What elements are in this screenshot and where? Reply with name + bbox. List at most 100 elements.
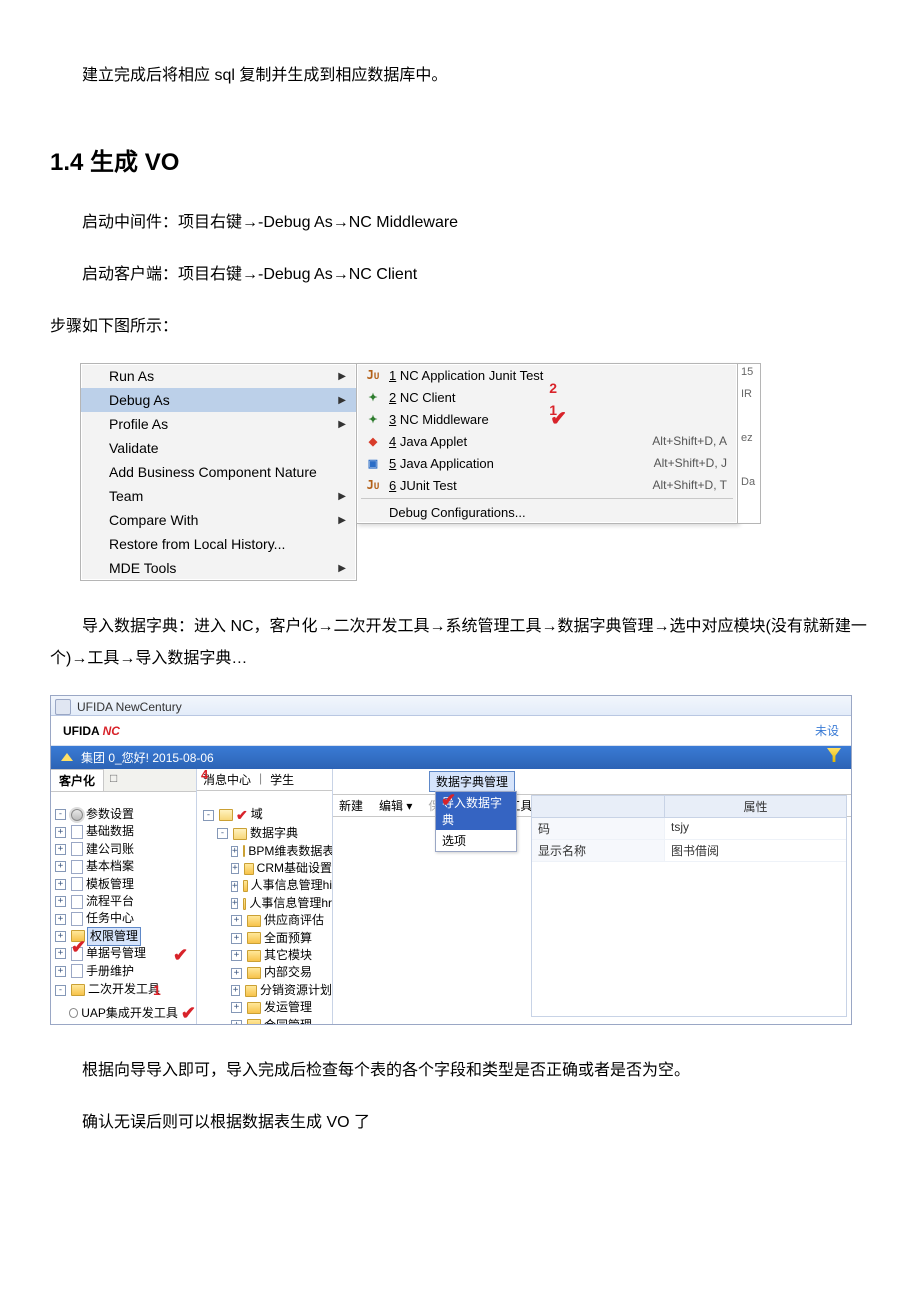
paragraph: 启动客户端：项目右键→-Debug As→NC Client — [50, 259, 870, 291]
tab-kehu-hua[interactable]: 客户化 — [51, 769, 104, 791]
nav-tree-left: -参数设置+基础数据+建公司账+基本档案+模板管理+流程平台+任务中心+权限管理… — [51, 804, 196, 1024]
folder-icon — [247, 915, 261, 927]
folder-icon — [247, 1002, 261, 1014]
expand-toggle-icon[interactable]: - — [55, 809, 66, 820]
properties-header: 属性 — [665, 796, 846, 817]
menu-item[interactable]: Add Business Component Nature — [81, 460, 356, 484]
menu-item[interactable]: Run As▶ — [81, 364, 356, 388]
folder-icon — [247, 967, 261, 979]
expand-toggle-icon[interactable]: + — [55, 879, 66, 890]
annotation-number: 2 — [549, 380, 557, 396]
tree-node[interactable]: +分销资源计划 — [231, 982, 332, 999]
tree-node[interactable]: +CRM基础设置 — [231, 860, 332, 877]
paragraph: 导入数据字典：进入 NC，客户化→二次开发工具→系统管理工具→数据字典管理→选中… — [50, 611, 870, 675]
expand-toggle-icon[interactable]: + — [55, 896, 66, 907]
tree-node[interactable]: +全面预算 — [231, 930, 332, 947]
submenu-item[interactable]: JU6 JUnit TestAlt+Shift+D, T — [357, 474, 737, 496]
menu-item[interactable]: Compare With▶ — [81, 508, 356, 532]
tree-node[interactable]: +合同管理 — [231, 1017, 332, 1024]
gutter-text: 15 — [738, 364, 760, 386]
tree-node[interactable]: -二次开发工具1 — [55, 980, 196, 1000]
expand-toggle-icon[interactable]: + — [55, 844, 66, 855]
tree-node[interactable]: -参数设置 — [55, 806, 196, 823]
submenu-item[interactable]: ▣5 Java ApplicationAlt+Shift+D, J — [357, 452, 737, 474]
submenu-item[interactable]: JU1 NC Application Junit Test — [357, 364, 737, 386]
tree-node[interactable]: +流程平台 — [55, 893, 196, 910]
tree-node[interactable]: UAP集成开发工具✔ — [69, 1000, 196, 1024]
expand-toggle-icon[interactable]: + — [55, 948, 66, 959]
folder-icon — [71, 984, 85, 996]
document-icon — [71, 825, 83, 839]
nav-tree-middle: -✔域-数据字典+BPM维表数据表+CRM基础设置+人事信息管理hi+人事信息管… — [197, 803, 332, 1024]
logobar-right-text: 未设 — [815, 722, 839, 739]
submenu-item[interactable]: ✦2 NC Client2 — [357, 386, 737, 408]
paragraph: 根据向导导入即可，导入完成后检查每个表的各个字段和类型是否正确或者是否为空。 — [50, 1055, 870, 1087]
tab-message-center[interactable]: 4 消息中心 — [203, 771, 251, 788]
submenu-arrow-icon: ▶ — [338, 563, 346, 574]
tree-node[interactable]: +建公司账 — [55, 841, 196, 858]
tree-node[interactable]: +供应商评估 — [231, 912, 332, 929]
tree-node[interactable]: +内部交易 — [231, 964, 332, 981]
tree-node[interactable]: +基础数据 — [55, 823, 196, 840]
tree-node[interactable]: +权限管理 — [55, 928, 196, 945]
tree-node[interactable]: +人事信息管理hr — [231, 895, 332, 912]
shortcut-label: Alt+Shift+D, J — [654, 456, 727, 470]
toolbar-action[interactable]: 新建 — [339, 797, 363, 814]
folder-icon — [247, 932, 261, 944]
tree-node[interactable]: +手册维护 — [55, 963, 196, 980]
menu-item[interactable]: Team▶ — [81, 484, 356, 508]
tree-node[interactable]: -✔域 — [203, 805, 332, 825]
expand-toggle-icon[interactable]: + — [55, 861, 66, 872]
minimize-icon[interactable]: □ — [104, 769, 123, 791]
context-menu: Run As▶Debug As▶Profile As▶ValidateAdd B… — [80, 363, 357, 581]
menu-item[interactable]: Restore from Local History... — [81, 532, 356, 556]
expand-toggle-icon[interactable]: - — [55, 985, 66, 996]
run-icon: ✦ — [363, 389, 383, 405]
tab-data-dict-mgmt[interactable]: 数据字典管理 — [429, 771, 515, 792]
junit-icon: JU — [363, 367, 383, 383]
submenu-item[interactable]: ✦3 NC Middleware1✔ — [357, 408, 737, 430]
window-titlebar: UFIDA NewCentury — [51, 696, 851, 716]
expand-toggle-icon[interactable]: + — [55, 827, 66, 838]
tree-node[interactable]: +BPM维表数据表 — [231, 843, 332, 860]
expand-toggle-icon[interactable]: + — [55, 966, 66, 977]
mid-tabbar: 4 消息中心 | 学生 — [197, 769, 332, 791]
home-icon[interactable] — [61, 753, 73, 761]
dropdown-item[interactable]: 选项 — [436, 830, 516, 851]
tree-node[interactable]: +单据号管理 — [55, 945, 196, 962]
menu-item[interactable]: Validate — [81, 436, 356, 460]
dropdown-item[interactable]: 导入数据字典 — [436, 792, 516, 830]
tree-node[interactable]: +基本档案 — [55, 858, 196, 875]
figure-eclipse-context-menu: Run As▶Debug As▶Profile As▶ValidateAdd B… — [50, 363, 870, 581]
editor-gutter-slice: 15IRezDa — [738, 363, 761, 524]
shortcut-label: Alt+Shift+D, T — [653, 478, 727, 492]
shortcut-label: Alt+Shift+D, A — [652, 434, 727, 448]
menu-item[interactable]: Profile As▶ — [81, 412, 356, 436]
brand-text-nc: NC — [103, 724, 120, 738]
folder-icon — [71, 930, 85, 942]
expand-toggle-icon[interactable]: + — [55, 931, 66, 942]
menu-item[interactable]: Debug As▶ — [81, 388, 356, 412]
status-bar: 集团 0_您好! 2015-08-06 — [51, 746, 851, 769]
status-text: 集团 0_您好! 2015-08-06 — [81, 749, 214, 766]
brand-logo: UFIDA NC — [63, 724, 120, 738]
submenu-item-debug-configs[interactable]: Debug Configurations... — [357, 501, 737, 523]
tree-node[interactable]: +其它模块 — [231, 947, 332, 964]
tab-student[interactable]: 学生 — [270, 771, 294, 788]
gutter-text — [738, 452, 760, 474]
folder-icon — [243, 880, 247, 892]
paragraph: 确认无误后则可以根据数据表生成 VO 了 — [50, 1107, 870, 1139]
submenu-item[interactable]: ◆4 Java AppletAlt+Shift+D, A — [357, 430, 737, 452]
filter-icon[interactable] — [827, 748, 841, 762]
menu-item[interactable]: MDE Tools▶ — [81, 556, 356, 580]
tree-node[interactable]: -数据字典 — [217, 825, 332, 842]
expand-toggle-icon[interactable]: + — [55, 914, 66, 925]
tree-node[interactable]: +任务中心 — [55, 910, 196, 927]
brand-bar: UFIDA NC 未设 — [51, 716, 851, 746]
tree-node[interactable]: +模板管理 — [55, 876, 196, 893]
property-row: 码tsjy — [532, 818, 846, 840]
toolbar-action[interactable]: 编辑 ▾ — [379, 797, 412, 814]
gutter-text — [738, 408, 760, 430]
tree-node[interactable]: +人事信息管理hi — [231, 877, 332, 894]
tree-node[interactable]: +发运管理 — [231, 999, 332, 1016]
